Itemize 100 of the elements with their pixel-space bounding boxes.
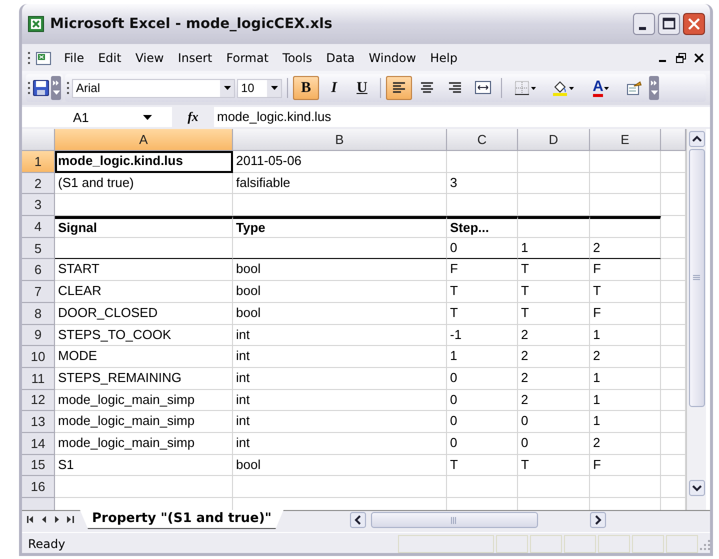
grip-icon [67, 81, 70, 95]
table-cell: 2 [590, 238, 661, 260]
column-header[interactable]: C [447, 129, 518, 151]
close-button[interactable] [683, 13, 705, 35]
row-header[interactable]: 3 [22, 194, 55, 216]
column-header[interactable]: B [233, 129, 447, 151]
scroll-down-button[interactable] [688, 480, 704, 496]
table-cell: bool [233, 302, 447, 324]
table-cell: T [518, 302, 590, 324]
restore-icon[interactable] [676, 52, 686, 62]
insert-function-button[interactable]: fx [172, 109, 214, 125]
menu-item[interactable]: File [57, 48, 92, 66]
row-header[interactable]: 14 [22, 432, 55, 455]
table-cell: mode_logic_main_simp [55, 390, 233, 412]
table-cell: F [590, 454, 661, 476]
table-cell [518, 216, 590, 238]
row-header[interactable]: 6 [22, 259, 55, 282]
table-cell [447, 194, 518, 216]
window-title: Microsoft Excel - mode_logicCEX.xls [50, 16, 334, 32]
menu-item[interactable]: Data [319, 48, 362, 66]
last-sheet-button[interactable] [67, 516, 74, 523]
resize-grip-icon[interactable] [698, 538, 710, 550]
table-cell: mode_logic_main_simp [55, 432, 233, 455]
table-cell: F [590, 302, 661, 324]
table-cell: mode_logic_main_simp [55, 411, 233, 433]
menu-item[interactable]: Help [423, 48, 464, 66]
row-header[interactable]: 4 [22, 216, 55, 238]
row-header[interactable]: 13 [22, 411, 55, 433]
row-header[interactable]: 11 [22, 368, 55, 390]
save-icon[interactable] [33, 80, 49, 96]
scrollbar-thumb[interactable] [688, 149, 704, 407]
table-cell [590, 194, 661, 216]
maximize-button[interactable] [658, 13, 680, 35]
table-cell [590, 216, 661, 238]
column-header[interactable]: D [518, 129, 590, 151]
table-cell: Signal [55, 216, 233, 238]
table-cell: bool [233, 259, 447, 282]
minimize-button[interactable] [633, 13, 655, 35]
scroll-left-button[interactable] [350, 512, 366, 528]
bold-button[interactable]: B [293, 76, 319, 100]
table-cell: falsifiable [233, 172, 447, 194]
close-icon[interactable] [694, 52, 704, 62]
menu-item[interactable]: View [128, 48, 171, 66]
italic-button[interactable]: I [321, 76, 347, 100]
table-cell: int [233, 432, 447, 455]
scrollbar-thumb[interactable] [370, 512, 538, 528]
research-icon [626, 80, 642, 96]
sheet-tab[interactable]: Property "(S1 and true)" [80, 510, 284, 529]
first-sheet-button[interactable] [27, 516, 34, 523]
row-header[interactable]: 10 [22, 346, 55, 368]
scroll-up-button[interactable] [688, 131, 704, 147]
row-header[interactable]: 2 [22, 172, 55, 194]
name-box[interactable]: A1 [22, 107, 172, 127]
menu-item[interactable]: Edit [91, 48, 128, 66]
grip-icon [28, 81, 31, 95]
align-left-button[interactable] [386, 76, 412, 100]
workbook-icon[interactable] [35, 50, 53, 66]
scroll-right-button[interactable] [590, 512, 606, 528]
previous-sheet-button[interactable] [41, 516, 47, 523]
formula-field[interactable]: mode_logic.kind.lus [214, 107, 710, 127]
row-header[interactable]: 16 [22, 476, 55, 498]
table-cell: T [447, 454, 518, 476]
next-sheet-button[interactable] [54, 516, 60, 523]
underline-button[interactable]: U [349, 76, 375, 100]
row-header[interactable]: 9 [22, 324, 55, 346]
menu-item[interactable]: Window [362, 48, 424, 66]
table-cell [518, 194, 590, 216]
table-cell: -1 [447, 324, 518, 346]
row-header[interactable]: 5 [22, 238, 55, 260]
font-size-field[interactable]: 10 [237, 78, 282, 98]
table-cell: int [233, 368, 447, 390]
font-color-button[interactable]: A [583, 76, 619, 100]
menu-item[interactable]: Insert [170, 48, 220, 66]
row-header[interactable]: 1 [22, 151, 55, 173]
row-header[interactable]: 15 [22, 454, 55, 476]
status-text: Ready [27, 537, 66, 551]
table-cell [590, 172, 661, 194]
menu-item[interactable]: Format [219, 48, 276, 66]
table-cell: 3 [447, 172, 518, 194]
grip-icon [693, 275, 700, 281]
overflow-icon[interactable] [649, 76, 659, 100]
font-field[interactable]: Arial [72, 78, 235, 98]
status-panel [598, 535, 630, 553]
table-cell: T [447, 302, 518, 324]
table-cell: DOOR_CLOSED [55, 302, 233, 324]
table-cell: 1 [518, 238, 590, 260]
table-cell: (S1 and true) [55, 172, 233, 194]
column-header[interactable]: A [55, 129, 233, 151]
column-header[interactable]: E [590, 129, 661, 151]
table-cell: Type [233, 216, 447, 238]
row-header[interactable]: 12 [22, 390, 55, 412]
table-cell [447, 151, 518, 173]
table-cell: 2 [518, 346, 590, 368]
row-header[interactable]: 8 [22, 302, 55, 324]
table-cell: T [447, 281, 518, 303]
caret-icon[interactable] [142, 114, 152, 120]
row-header[interactable]: 7 [22, 281, 55, 303]
status-panel [564, 535, 596, 553]
menu-item[interactable]: Tools [276, 48, 320, 66]
table-cell: T [590, 281, 661, 303]
